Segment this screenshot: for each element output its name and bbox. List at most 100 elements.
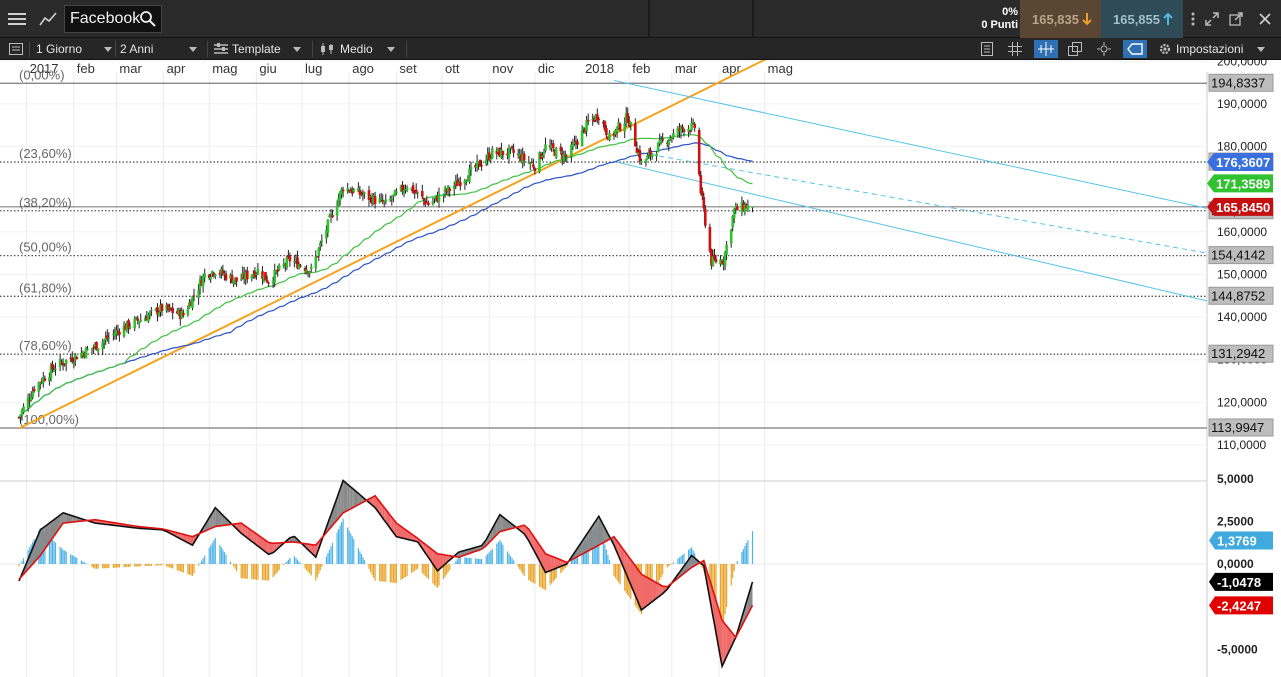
notes-icon[interactable] — [977, 40, 997, 58]
candle-body — [102, 340, 106, 343]
size-select[interactable]: Medio — [320, 38, 395, 60]
symbol-search-input[interactable]: Facebook — [64, 5, 162, 33]
separator — [312, 41, 313, 57]
macd-fill — [347, 484, 350, 511]
month-tick-label: set — [399, 61, 417, 76]
candle-body — [433, 198, 436, 200]
search-icon[interactable] — [139, 10, 157, 33]
macd-tick-label: 0,0000 — [1217, 557, 1254, 571]
candle-body — [442, 194, 445, 197]
candle-body — [646, 155, 649, 160]
candle-body — [713, 254, 716, 259]
candle-body — [96, 348, 100, 352]
grid-icon[interactable] — [1005, 40, 1025, 58]
macd-fill — [349, 485, 351, 510]
month-tick-label: mar — [119, 61, 142, 76]
candle-body — [224, 273, 228, 280]
buy-button[interactable]: 165,855 — [1101, 0, 1183, 38]
chart-canvas[interactable]: 2017 feb mar apr mag giu lug ago set ott nov dic 201… — [0, 60, 1281, 677]
panel-icon[interactable] — [6, 40, 26, 58]
candle-body — [701, 190, 704, 196]
candle-body — [682, 129, 686, 132]
interval-select[interactable]: 1 Giorno — [36, 38, 113, 60]
candle-body — [367, 190, 371, 200]
candle-body — [736, 206, 739, 211]
candle-body — [136, 318, 139, 321]
candle-body — [72, 362, 76, 364]
macd-fill — [597, 516, 599, 547]
candle-body — [235, 277, 238, 282]
macd-fill — [658, 583, 660, 598]
fullscreen-icon[interactable] — [1202, 0, 1222, 38]
layers-icon[interactable] — [1065, 40, 1085, 58]
macd-fill — [636, 568, 639, 603]
close-icon[interactable] — [1254, 0, 1276, 38]
candle-body — [697, 130, 701, 175]
template-select[interactable]: Template — [214, 38, 301, 60]
buy-price: 165,855 — [1113, 11, 1160, 27]
candle-body — [564, 155, 567, 157]
candle-body — [276, 269, 279, 272]
macd-value-label: -1,0478 — [1217, 575, 1261, 590]
candle-body — [192, 295, 196, 297]
magnet-icon[interactable] — [1094, 40, 1114, 58]
candle-body — [264, 272, 267, 281]
range-select[interactable]: 2 Anni — [120, 38, 198, 60]
candle-body — [580, 130, 584, 147]
macd-fill — [64, 513, 67, 523]
macd-tick-label: 5,0000 — [1217, 472, 1254, 486]
month-tick-label: mag — [768, 61, 793, 76]
macd-fill — [638, 570, 640, 607]
macd-fill — [350, 487, 353, 509]
candle-body — [729, 229, 733, 244]
month-tick-label: dic — [538, 61, 555, 76]
candle-body — [402, 190, 406, 194]
macd-fill — [554, 557, 557, 569]
candle-body — [634, 123, 637, 147]
macd-fill — [639, 572, 642, 610]
candle-body — [133, 318, 136, 329]
arrow-down-icon — [1082, 13, 1092, 26]
candle-body — [725, 244, 728, 255]
candle-body — [751, 206, 754, 208]
candle-body — [690, 122, 693, 131]
crosshair-tool-icon[interactable] — [1034, 40, 1058, 58]
candle-body — [54, 368, 57, 370]
change-points: 0 Punti — [981, 19, 1018, 31]
candle-body — [746, 205, 750, 210]
macd-fill — [501, 515, 503, 532]
candle-body — [191, 296, 194, 309]
interval-label: 1 Giorno — [36, 42, 83, 56]
candle-body — [618, 123, 622, 131]
candle-body — [480, 165, 483, 167]
candle-body — [527, 162, 531, 163]
candle-body — [459, 181, 462, 187]
candle-body — [363, 192, 366, 194]
sell-button[interactable]: 165,835 — [1020, 0, 1101, 38]
chart-type-icon[interactable] — [35, 0, 61, 38]
candle-body — [541, 155, 544, 158]
menu-icon[interactable] — [0, 0, 34, 38]
candle-body — [360, 192, 363, 196]
macd-fill — [352, 488, 354, 508]
candle-body — [317, 248, 321, 256]
candle-body — [256, 268, 260, 275]
candle-body — [681, 126, 684, 129]
fibonacci-tag-label: 154,4142 — [1211, 248, 1265, 263]
candle-body — [510, 146, 514, 149]
settings-button[interactable]: Impostazioni — [1158, 38, 1266, 60]
candle-body — [340, 188, 343, 195]
price-tick-label: 120,0000 — [1217, 395, 1267, 409]
settings-label: Impostazioni — [1176, 42, 1244, 56]
candle-body — [551, 143, 555, 149]
candle-body — [468, 169, 471, 183]
more-icon[interactable] — [1185, 0, 1201, 38]
price-value-label: 171,3589 — [1216, 176, 1270, 191]
candle-body — [448, 188, 451, 191]
tag-tool-icon[interactable] — [1123, 40, 1147, 58]
trading-platform: Facebook 0% 0 Punti 165,835 165,855 1 Gi… — [0, 0, 1281, 677]
month-tick-label: feb — [632, 61, 650, 76]
popout-icon[interactable] — [1226, 0, 1246, 38]
candle-body — [384, 199, 388, 202]
price-value-label: 165,8450 — [1216, 200, 1270, 215]
